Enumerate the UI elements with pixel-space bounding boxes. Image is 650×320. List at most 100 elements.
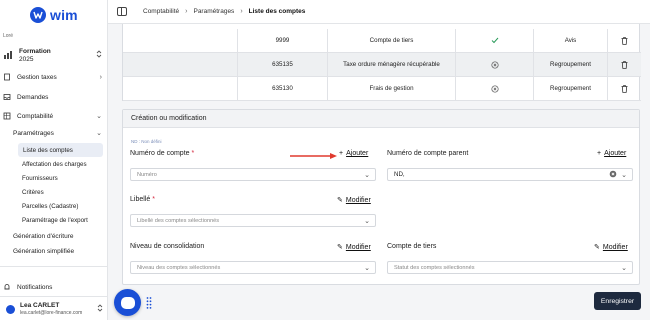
parent-account-select[interactable]: ND, ⌄ bbox=[387, 168, 633, 181]
up-down-chevron-icon bbox=[96, 303, 104, 315]
circle-x-icon bbox=[455, 76, 533, 101]
table-row[interactable]: 635135 Taxe ordure ménagère récupérable … bbox=[123, 52, 641, 77]
save-button[interactable]: Enregistrer bbox=[594, 292, 641, 310]
org-name: Formation bbox=[19, 47, 51, 55]
form-title: Création ou modification bbox=[123, 110, 639, 128]
building-chart-icon bbox=[4, 51, 12, 59]
sidebar-item-label: Fournisseurs bbox=[22, 174, 58, 182]
niveau-select[interactable]: Niveau des comptes sélectionnés ⌄ bbox=[130, 261, 376, 274]
sidebar-item-label: Affectation des charges bbox=[22, 160, 87, 168]
annotation-arrow-icon bbox=[290, 153, 337, 159]
sidebar-item-label: Génération simplifiée bbox=[13, 247, 75, 255]
account-number-label: Numéro de compte * bbox=[130, 150, 195, 157]
sidebar-item-comptabilite[interactable]: Comptabilité ⌄ bbox=[0, 109, 108, 123]
breadcrumb-comptabilite[interactable]: Comptabilité bbox=[143, 8, 179, 15]
table-row[interactable]: 9999 Compte de tiers Avis bbox=[123, 28, 641, 53]
pencil-icon: ✎ bbox=[337, 197, 343, 204]
chevron-right-icon: › bbox=[240, 8, 243, 15]
chevron-down-icon: ⌄ bbox=[364, 172, 370, 179]
breadcrumb-current: Liste des comptes bbox=[248, 8, 306, 15]
user-name: Lea CARLET bbox=[20, 302, 60, 309]
check-icon bbox=[455, 28, 533, 53]
user-menu[interactable]: Lea CARLET lea.carlet@lore-finance.com bbox=[0, 298, 108, 320]
pencil-icon: ✎ bbox=[594, 244, 600, 251]
brand-logo[interactable]: wim bbox=[30, 7, 78, 23]
sidebar-item-affectation-des-charges[interactable]: Affectation des charges bbox=[0, 157, 108, 171]
account-number: 635135 bbox=[237, 52, 327, 77]
sidebar-item-gestion-taxes[interactable]: Gestion taxes › bbox=[0, 70, 108, 84]
breadcrumb-parametrages[interactable]: Paramétrages bbox=[193, 8, 234, 15]
tiers-select[interactable]: Statut des comptes sélectionnés ⌄ bbox=[387, 261, 633, 274]
plus-icon: + bbox=[339, 150, 344, 157]
libelle-select[interactable]: Libellé des comptes sélectionnés ⌄ bbox=[130, 214, 376, 227]
user-email: lea.carlet@lore-finance.com bbox=[20, 310, 83, 316]
sidebar-divider bbox=[0, 266, 108, 267]
sidebar-item-parametrages[interactable]: Paramétrages ⌄ bbox=[0, 126, 108, 140]
chevron-down-icon: ⌄ bbox=[364, 265, 370, 272]
accounts-table: 9999 Compte de tiers Avis 635135 Taxe or… bbox=[122, 24, 641, 101]
account-type: Avis bbox=[533, 28, 607, 53]
sidebar-item-generation-ecriture[interactable]: Génération d'écriture bbox=[0, 229, 108, 243]
sidebar-item-label: Critères bbox=[22, 188, 44, 196]
drag-handle-icon[interactable] bbox=[146, 296, 152, 310]
org-label: Loré bbox=[3, 33, 14, 39]
modify-libelle-button[interactable]: ✎ Modifier bbox=[337, 196, 371, 204]
user-avatar-icon bbox=[6, 304, 15, 314]
breadcrumb: Comptabilité › Paramétrages › Liste des … bbox=[143, 8, 305, 15]
org-selector[interactable]: Formation 2025 bbox=[3, 43, 103, 67]
account-form: Création ou modification ND : Non défini… bbox=[122, 109, 640, 285]
select-placeholder: Niveau des comptes sélectionnés bbox=[137, 264, 221, 271]
trash-icon[interactable] bbox=[607, 52, 641, 77]
tiers-label: Compte de tiers bbox=[387, 243, 437, 250]
sidebar-divider bbox=[0, 296, 108, 297]
account-number: 9999 bbox=[237, 28, 327, 53]
sidebar: wim Loré Formation 2025 Gestion taxes › … bbox=[0, 0, 108, 320]
select-placeholder: Libellé des comptes sélectionnés bbox=[137, 217, 220, 224]
sidebar-toggle-icon[interactable] bbox=[117, 7, 127, 16]
sidebar-item-liste-des-comptes[interactable]: Liste des comptes bbox=[18, 143, 103, 157]
pencil-icon: ✎ bbox=[337, 244, 343, 251]
chevron-right-icon: › bbox=[185, 8, 188, 15]
sidebar-item-label: Paramétrages bbox=[13, 129, 54, 137]
receipt-icon bbox=[4, 73, 10, 81]
chat-button[interactable] bbox=[114, 289, 141, 316]
brand-name: wim bbox=[50, 7, 78, 23]
trash-icon[interactable] bbox=[607, 76, 641, 101]
chevron-down-icon: ⌄ bbox=[96, 130, 102, 137]
inbox-icon bbox=[3, 94, 11, 100]
ledger-icon bbox=[3, 112, 11, 120]
add-account-button[interactable]: + Ajouter bbox=[339, 150, 368, 157]
chevron-down-icon: ⌄ bbox=[364, 218, 370, 225]
select-placeholder: Statut des comptes sélectionnés bbox=[394, 264, 475, 271]
account-label: Frais de gestion bbox=[327, 76, 455, 101]
add-parent-account-button[interactable]: + Ajouter bbox=[597, 150, 626, 157]
parent-account-label: Numéro de compte parent bbox=[387, 150, 469, 157]
up-down-chevron-icon bbox=[95, 49, 103, 61]
sidebar-item-label: Liste des comptes bbox=[23, 146, 73, 154]
sidebar-item-criteres[interactable]: Critères bbox=[0, 185, 108, 199]
account-number: 635130 bbox=[237, 76, 327, 101]
sidebar-item-label: Paramétrage de l'export bbox=[22, 216, 88, 224]
clear-circle-icon[interactable] bbox=[609, 170, 617, 180]
sidebar-item-demandes[interactable]: Demandes bbox=[0, 90, 108, 104]
account-label: Compte de tiers bbox=[327, 28, 455, 53]
modify-niveau-button[interactable]: ✎ Modifier bbox=[337, 243, 371, 251]
trash-icon[interactable] bbox=[607, 28, 641, 53]
sidebar-item-notifications[interactable]: Notifications bbox=[0, 280, 108, 294]
sidebar-item-parametrage-export[interactable]: Paramétrage de l'export bbox=[0, 213, 108, 227]
account-number-select[interactable]: Numéro ⌄ bbox=[130, 168, 376, 181]
chevron-right-icon: › bbox=[99, 73, 102, 81]
modify-tiers-button[interactable]: ✎ Modifier bbox=[594, 243, 628, 251]
sidebar-item-fournisseurs[interactable]: Fournisseurs bbox=[0, 171, 108, 185]
sidebar-item-generation-simplifiee[interactable]: Génération simplifiée bbox=[0, 244, 108, 258]
sidebar-item-label: Parcelles (Cadastre) bbox=[22, 202, 79, 210]
plus-icon: + bbox=[597, 150, 602, 157]
sidebar-item-label: Génération d'écriture bbox=[13, 232, 74, 240]
sidebar-item-parcelles[interactable]: Parcelles (Cadastre) bbox=[0, 199, 108, 213]
form-hint: ND : Non défini bbox=[131, 139, 162, 144]
account-type: Regroupement bbox=[533, 52, 607, 77]
table-row[interactable]: 635130 Frais de gestion Regroupement bbox=[123, 76, 641, 101]
sidebar-item-label: Gestion taxes bbox=[17, 73, 57, 81]
niveau-label: Niveau de consolidation bbox=[130, 243, 205, 250]
org-year: 2025 bbox=[19, 55, 34, 63]
